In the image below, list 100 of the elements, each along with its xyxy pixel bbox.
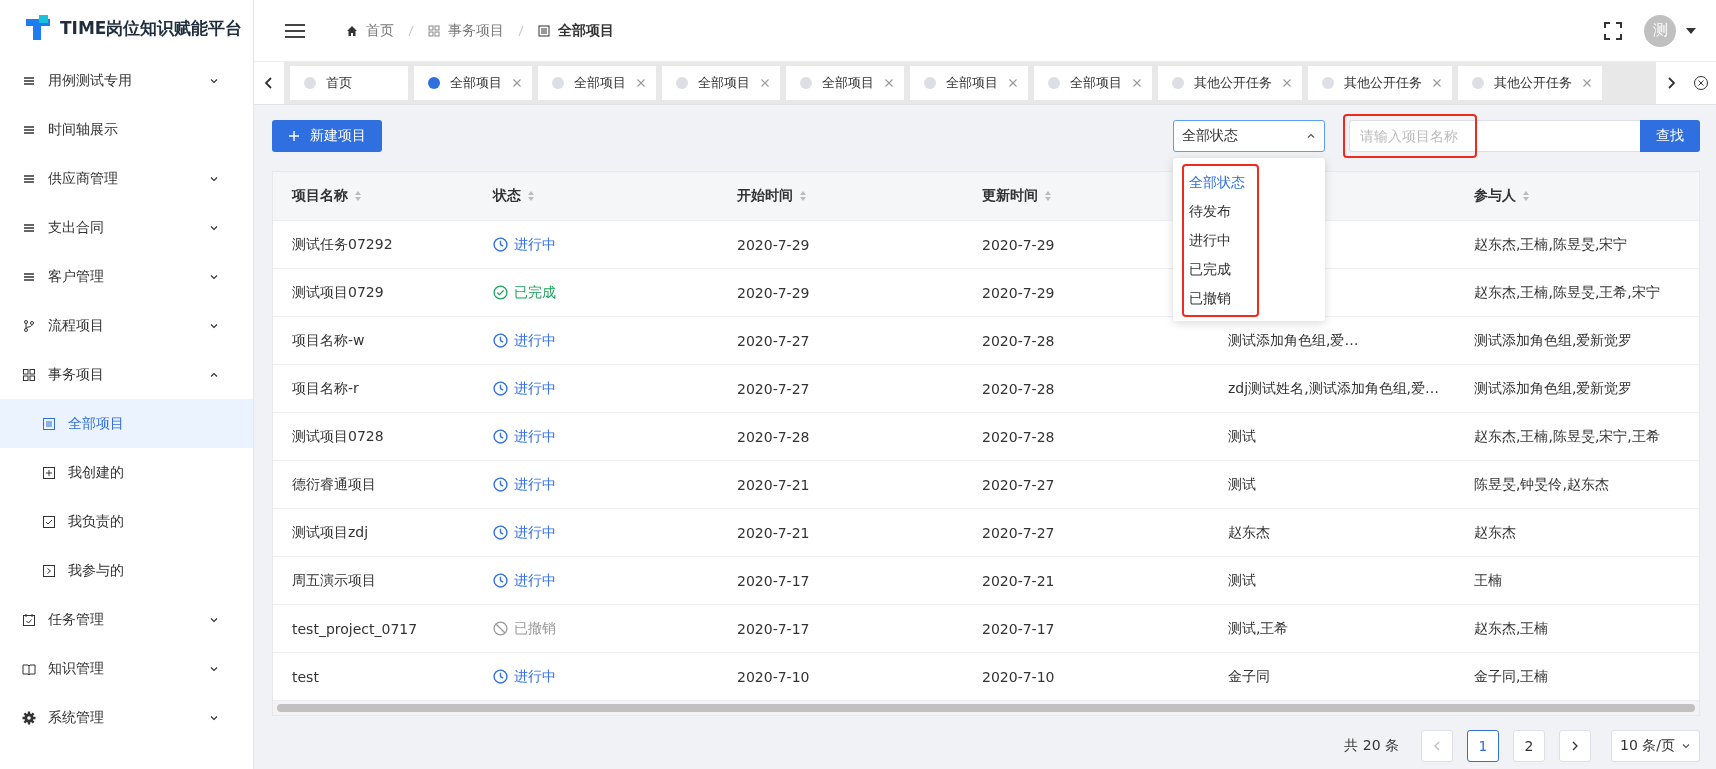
table-cell: 2020-7-27 xyxy=(982,524,1055,541)
sidebar-subitem[interactable]: 我负责的 xyxy=(0,497,253,546)
close-icon[interactable] xyxy=(636,78,646,88)
prohibited-icon xyxy=(493,621,508,636)
table-cell: 2020-7-28 xyxy=(982,380,1055,397)
table-cell: 赵东杰 xyxy=(1474,523,1516,542)
page-button[interactable]: 2 xyxy=(1513,730,1545,762)
chevron-right-icon xyxy=(1666,76,1676,90)
sidebar-item[interactable]: 供应商管理 xyxy=(0,154,253,203)
table-cell: 测试项目0729 xyxy=(292,283,384,302)
sidebar-subitem[interactable]: 全部项目 xyxy=(0,399,253,448)
tab-label: 全部项目 xyxy=(822,74,874,92)
tab-label: 首页 xyxy=(326,74,353,92)
column-header[interactable]: 更新时间 xyxy=(982,187,1038,205)
close-icon[interactable] xyxy=(1582,78,1592,88)
sidebar-item[interactable]: 事务项目 xyxy=(0,350,253,399)
close-icon[interactable] xyxy=(1132,78,1142,88)
table-cell: 金子同,王楠 xyxy=(1474,667,1549,686)
sidebar-item[interactable]: 流程项目 xyxy=(0,301,253,350)
dropdown-option[interactable]: 已撤销 xyxy=(1184,284,1257,313)
breadcrumb-link[interactable]: 事务项目 xyxy=(448,21,504,40)
table-cell: 测试,王希 xyxy=(1228,619,1289,638)
settings-icon xyxy=(22,710,36,725)
dropdown-option[interactable]: 全部状态 xyxy=(1184,168,1257,197)
breadcrumb-link[interactable]: 首页 xyxy=(366,21,394,40)
tab[interactable]: 全部项目 xyxy=(662,66,780,100)
sidebar-item[interactable]: 系统管理 xyxy=(0,693,253,742)
sort-icon[interactable] xyxy=(1044,190,1052,202)
table-cell: 测试项目0728 xyxy=(292,427,384,446)
close-icon[interactable] xyxy=(884,78,894,88)
status-select[interactable]: 全部状态 xyxy=(1173,120,1325,152)
caret-icon[interactable] xyxy=(1686,27,1696,34)
tab-label: 全部项目 xyxy=(698,74,750,92)
status-dot xyxy=(676,77,688,89)
next-page-button[interactable] xyxy=(1559,730,1591,762)
status-dot xyxy=(1322,77,1334,89)
close-icon[interactable] xyxy=(1008,78,1018,88)
table-cell: 测试 xyxy=(1228,475,1256,494)
status-dot xyxy=(800,77,812,89)
close-icon[interactable] xyxy=(1282,78,1292,88)
table-cell: zdj测试姓名,测试添加角色组,爱… xyxy=(1228,379,1440,398)
tab[interactable]: 首页 xyxy=(290,66,408,100)
tab[interactable]: 全部项目 xyxy=(786,66,904,100)
fullscreen-icon[interactable] xyxy=(1604,21,1622,40)
status-dot xyxy=(304,77,316,89)
search-field[interactable]: 请输入项目名称 xyxy=(1349,120,1640,152)
tab[interactable]: 全部项目 xyxy=(910,66,1028,100)
table-cell: 测试添加角色组,爱新觉罗 xyxy=(1474,379,1633,398)
sidebar-item[interactable]: 时间轴展示 xyxy=(0,105,253,154)
sidebar-subitem[interactable]: 我参与的 xyxy=(0,546,253,595)
tab-label: 全部项目 xyxy=(574,74,626,92)
scrollbar-thumb[interactable] xyxy=(277,704,1695,712)
tab[interactable]: 其他公开任务 xyxy=(1458,66,1602,100)
sidebar-item[interactable]: 用例测试专用 xyxy=(0,56,253,105)
table-cell: 赵东杰,王楠,陈昱旻,宋宁 xyxy=(1474,235,1628,254)
column-header[interactable]: 状态 xyxy=(493,187,521,205)
book-icon xyxy=(22,661,36,676)
status-label: 进行中 xyxy=(514,523,556,542)
table-cell: 2020-7-27 xyxy=(737,380,810,397)
sort-icon[interactable] xyxy=(799,190,807,202)
page-size-select[interactable]: 10 条/页 xyxy=(1611,730,1700,762)
sort-icon[interactable] xyxy=(354,190,362,202)
dropdown-option[interactable]: 待发布 xyxy=(1184,197,1257,226)
plus-box-icon xyxy=(42,465,56,480)
table-cell: 项目名称-w xyxy=(292,331,365,350)
sidebar-item[interactable]: 任务管理 xyxy=(0,595,253,644)
tab[interactable]: 其他公开任务 xyxy=(1158,66,1302,100)
search-button[interactable]: 查找 xyxy=(1640,120,1700,152)
close-icon[interactable] xyxy=(1432,78,1442,88)
close-icon[interactable] xyxy=(760,78,770,88)
status-label: 进行中 xyxy=(514,331,556,350)
dropdown-option[interactable]: 进行中 xyxy=(1184,226,1257,255)
column-header[interactable]: 项目名称 xyxy=(292,187,348,205)
table-cell: 测试添加角色组,爱新觉罗 xyxy=(1474,331,1633,350)
sort-icon[interactable] xyxy=(1522,190,1530,202)
slash-separator-icon xyxy=(408,24,414,37)
column-header[interactable]: 参与人 xyxy=(1474,187,1516,205)
chevron-down-icon xyxy=(1681,741,1691,751)
close-icon[interactable] xyxy=(512,78,522,88)
table-cell: 测试 xyxy=(1228,571,1256,590)
sidebar-item[interactable]: 知识管理 xyxy=(0,644,253,693)
column-header[interactable]: 开始时间 xyxy=(737,187,793,205)
sort-icon[interactable] xyxy=(527,190,535,202)
tab[interactable]: 全部项目 xyxy=(414,66,532,100)
tab[interactable]: 其他公开任务 xyxy=(1308,66,1452,100)
slash-separator-icon xyxy=(518,24,524,37)
table-cell: 2020-7-29 xyxy=(982,284,1055,301)
tab[interactable]: 全部项目 xyxy=(538,66,656,100)
sidebar-item[interactable]: 客户管理 xyxy=(0,252,253,301)
table-cell: 测试任务07292 xyxy=(292,235,393,254)
table-cell: 2020-7-29 xyxy=(737,284,810,301)
tab[interactable]: 全部项目 xyxy=(1034,66,1152,100)
sidebar-subitem[interactable]: 我创建的 xyxy=(0,448,253,497)
checkbox-icon xyxy=(42,514,56,529)
new-project-button[interactable]: 新建项目 xyxy=(272,120,382,152)
dropdown-option[interactable]: 已完成 xyxy=(1184,255,1257,284)
menu-icon[interactable] xyxy=(284,22,306,39)
page-button[interactable]: 1 xyxy=(1467,730,1499,762)
sidebar-item[interactable]: 支出合同 xyxy=(0,203,253,252)
clock-icon xyxy=(493,573,508,588)
